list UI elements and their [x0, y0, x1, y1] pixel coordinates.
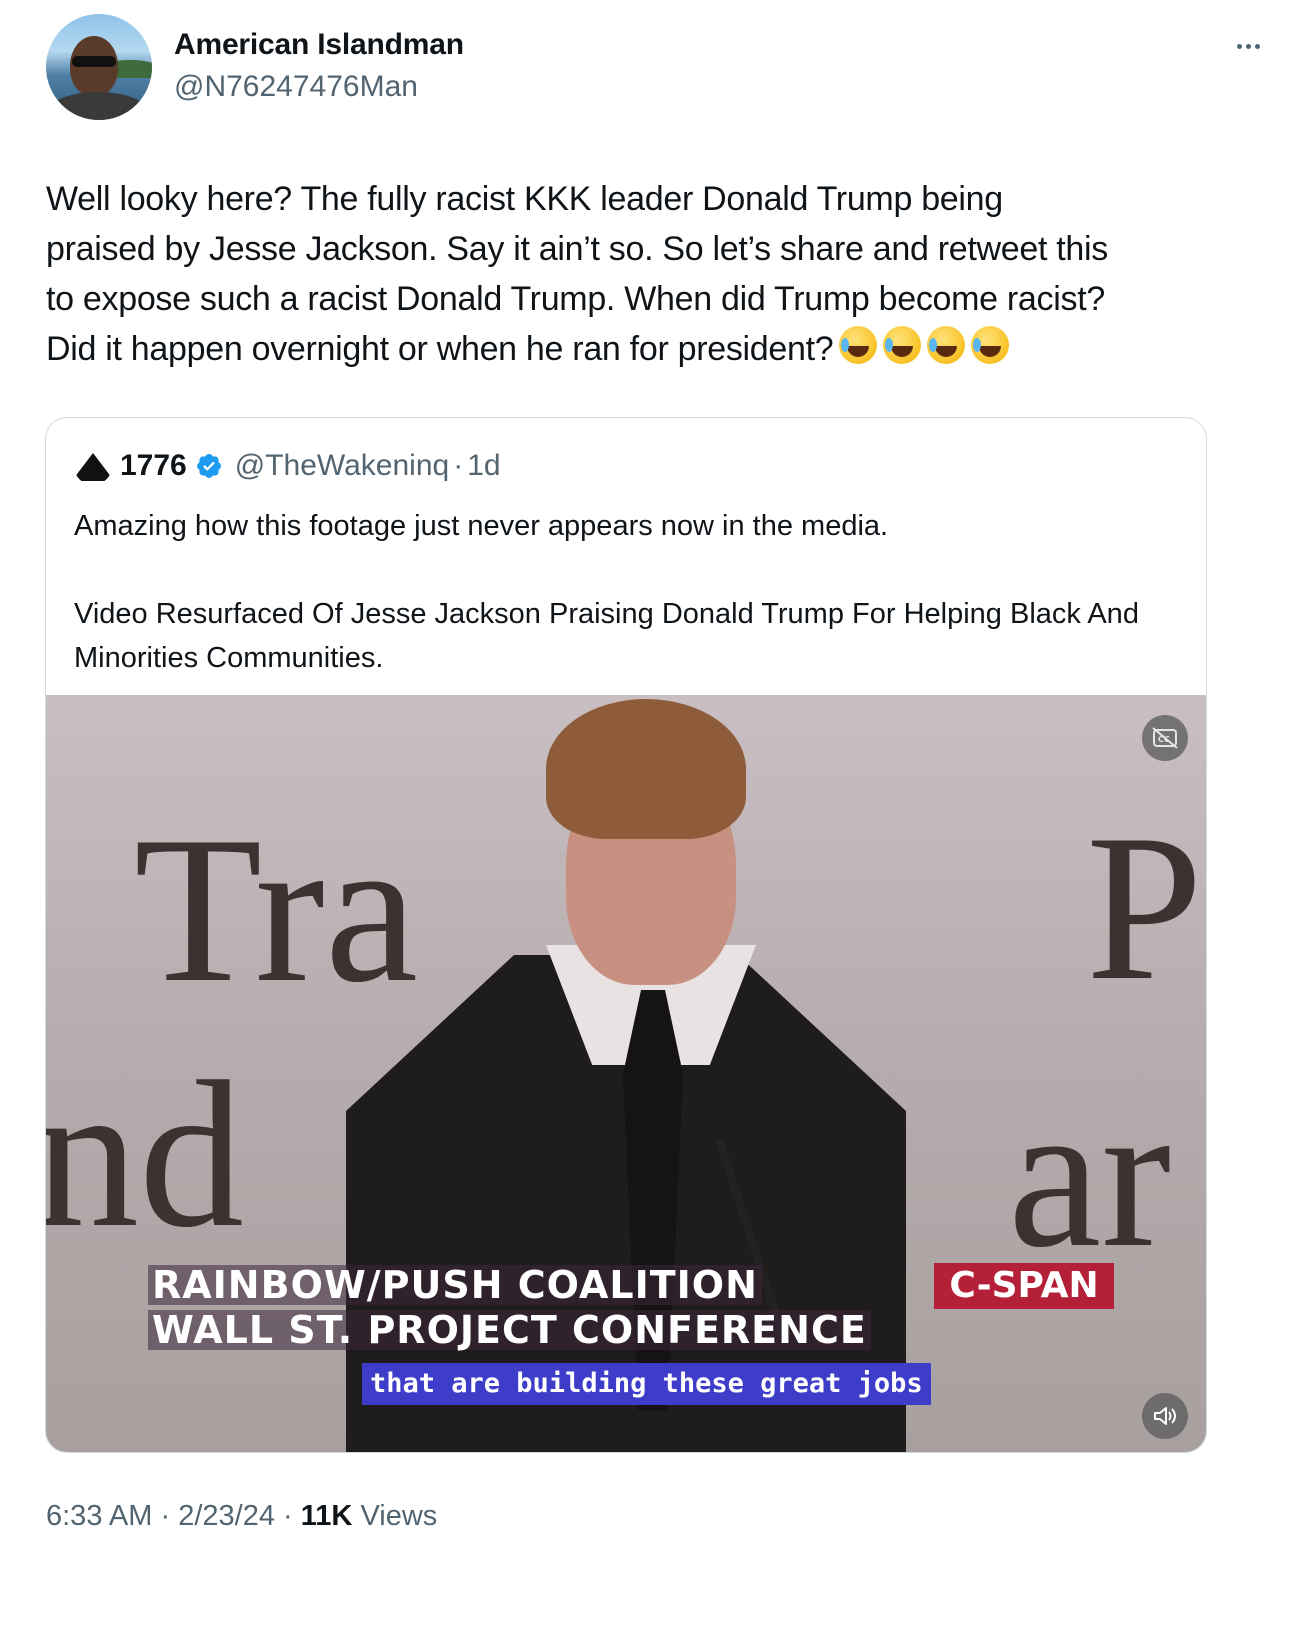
tweet-line: to expose such a racist Donald Trump. Wh…	[46, 280, 1105, 318]
backdrop-text: ar	[1008, 1059, 1172, 1291]
rofl-emoji-icon	[927, 326, 966, 364]
tweet-time[interactable]: 6:33 AM	[46, 1500, 152, 1532]
quoted-paragraph: Video Resurfaced Of Jesse Jackson Praisi…	[74, 598, 1139, 674]
tears-of-joy-emoji-icon	[839, 326, 878, 364]
verified-badge-icon	[196, 454, 221, 478]
captions-off-icon[interactable]: CC	[1142, 715, 1188, 761]
tears-of-joy-emoji-icon	[883, 326, 922, 364]
video-caption-line2: WALL ST. PROJECT CONFERENCE	[148, 1310, 871, 1350]
quoted-author-handle[interactable]: @TheWakeninq	[235, 449, 449, 483]
tweet-header: American Islandman @N76247476Man	[46, 14, 1268, 124]
author-handle[interactable]: @N76247476Man	[174, 70, 418, 104]
quoted-author-name[interactable]: 1776	[120, 449, 187, 483]
more-dots-icon[interactable]	[1228, 26, 1268, 66]
tweet-line: praised by Jesse Jackson. Say it ain’t s…	[46, 230, 1108, 268]
tweet-line-last: Did it happen overnight or when he ran f…	[46, 324, 1266, 374]
emoji-group	[839, 326, 1010, 364]
tweet-date[interactable]: 2/23/24	[178, 1500, 275, 1532]
backdrop-text: P	[1086, 792, 1203, 1024]
quoted-tweet[interactable]: 1776 @TheWakeninq · 1d Amazing how this …	[45, 417, 1207, 1453]
video-caption-line1: RAINBOW/PUSH COALITION	[148, 1265, 762, 1305]
quoted-tweet-header: 1776 @TheWakeninq · 1d	[74, 447, 501, 485]
separator-dot: ·	[283, 1500, 293, 1532]
author-name[interactable]: American Islandman	[174, 28, 464, 62]
tweet-text: Well looky here? The fully racist KKK le…	[46, 174, 1266, 374]
speaker-hair	[546, 699, 746, 839]
avatar-sunglasses	[72, 56, 116, 67]
views-label: Views	[360, 1500, 438, 1532]
quoted-paragraph: Amazing how this footage just never appe…	[74, 510, 889, 542]
avatar-shirt	[48, 92, 148, 120]
backdrop-text: nd	[46, 1039, 244, 1271]
quoted-tweet-text: Amazing how this footage just never appe…	[74, 504, 1174, 680]
tweet-meta: 6:33 AM · 2/23/24 · 11K Views	[46, 1500, 437, 1533]
separator-dot: ·	[453, 449, 464, 482]
quoted-tweet-time[interactable]: 1d	[467, 449, 500, 483]
volume-icon[interactable]	[1142, 1393, 1188, 1439]
tweet-line: Well looky here? The fully racist KKK le…	[46, 180, 1003, 218]
rofl-emoji-icon	[971, 326, 1010, 364]
video-player[interactable]: Tra P nd ar RAINBOW/PUSH COALITION WALL …	[46, 695, 1206, 1452]
ship-silhouette-icon	[76, 453, 110, 481]
network-logo: C-SPAN	[934, 1263, 1114, 1309]
video-subtitle: that are building these great jobs	[362, 1363, 931, 1405]
tweet-line: Did it happen overnight or when he ran f…	[46, 330, 834, 368]
views-count: 11K	[300, 1500, 353, 1532]
separator-dot: ·	[160, 1500, 171, 1532]
author-avatar[interactable]	[46, 14, 152, 120]
quoted-author-avatar[interactable]	[74, 447, 112, 485]
